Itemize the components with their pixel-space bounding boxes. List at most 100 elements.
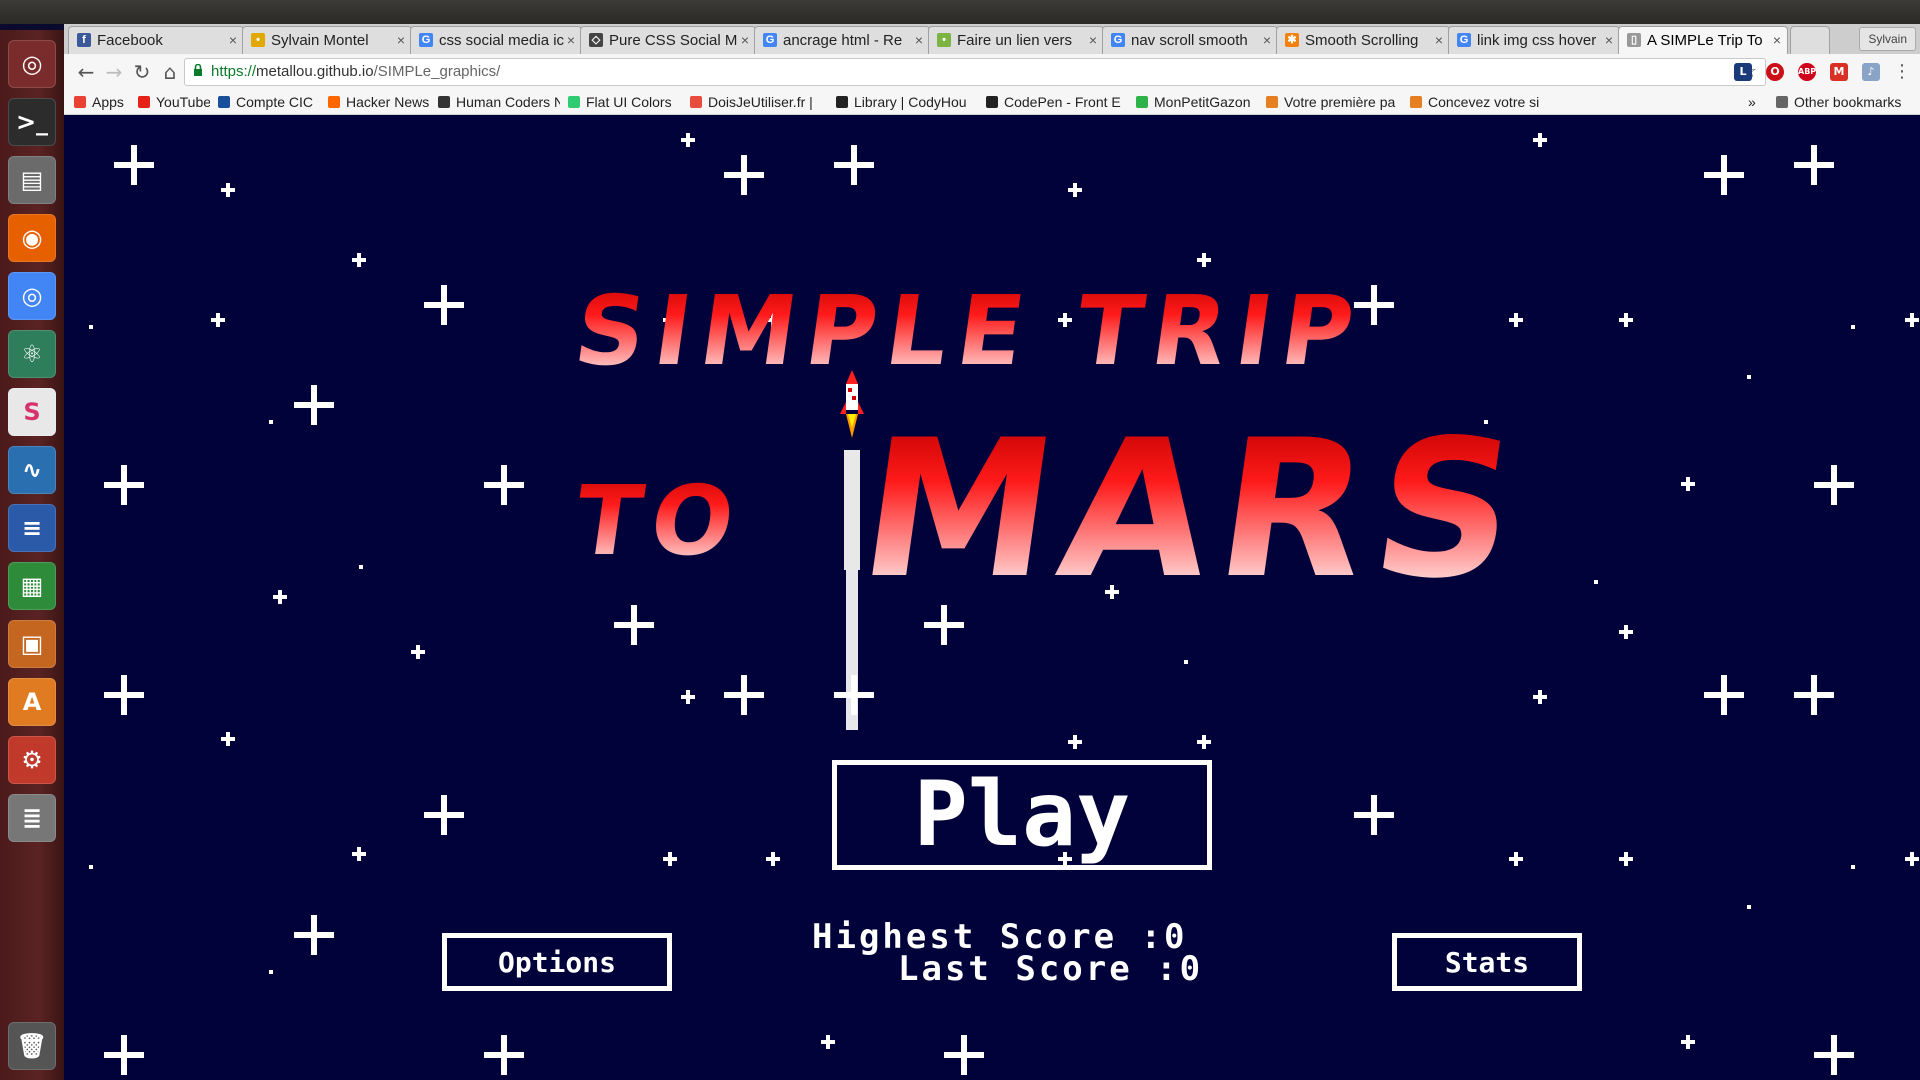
browser-tab[interactable]: f Facebook × bbox=[68, 26, 244, 54]
star-dot bbox=[1184, 660, 1188, 664]
star-small bbox=[1509, 852, 1523, 866]
tab-close-icon[interactable]: × bbox=[915, 27, 923, 54]
star-sparkle bbox=[294, 385, 334, 425]
star-sparkle bbox=[114, 145, 154, 185]
bookmark-item[interactable]: Hacker News bbox=[328, 90, 430, 114]
star-sparkle bbox=[1814, 465, 1854, 505]
writer-icon[interactable]: ≡ bbox=[8, 504, 56, 552]
star-small bbox=[211, 313, 225, 327]
tab-close-icon[interactable]: × bbox=[1435, 27, 1443, 54]
bookmark-label: CodePen - Front E bbox=[1004, 94, 1121, 110]
star-sparkle bbox=[1704, 675, 1744, 715]
star-dot bbox=[1851, 865, 1855, 869]
browser-tab[interactable]: • Faire un lien vers × bbox=[928, 26, 1104, 54]
stats-button[interactable]: Stats bbox=[1392, 933, 1582, 991]
extension-icon[interactable]: L bbox=[1734, 63, 1752, 81]
star-dot bbox=[359, 565, 363, 569]
star-small bbox=[352, 847, 366, 861]
tab-close-icon[interactable]: × bbox=[397, 27, 405, 54]
bookmark-favicon-icon bbox=[218, 96, 230, 108]
bookmark-item[interactable]: Concevez votre si bbox=[1410, 90, 1542, 114]
bookmark-favicon-icon bbox=[568, 96, 580, 108]
mixer-icon[interactable]: ≣ bbox=[8, 794, 56, 842]
rocket-sprite bbox=[840, 370, 864, 730]
star-small bbox=[821, 1035, 835, 1049]
bookmark-item[interactable]: Votre première pa bbox=[1266, 90, 1402, 114]
tab-close-icon[interactable]: × bbox=[1263, 27, 1271, 54]
tab-favicon-icon: G bbox=[1457, 33, 1471, 47]
files-icon[interactable]: ▤ bbox=[8, 156, 56, 204]
system-monitor-icon[interactable]: ∿ bbox=[8, 446, 56, 494]
browser-tab[interactable]: • Sylvain Montel × bbox=[242, 26, 412, 54]
star-sparkle bbox=[104, 1035, 144, 1075]
tab-title: Sylvain Montel bbox=[271, 32, 369, 49]
slack-icon[interactable]: S bbox=[8, 388, 56, 436]
back-arrow-icon[interactable]: ← bbox=[74, 60, 98, 84]
star-small bbox=[663, 852, 677, 866]
atom-icon[interactable]: ⚛ bbox=[8, 330, 56, 378]
address-bar[interactable]: https://metallou.github.io/SIMPLe_graphi… bbox=[184, 58, 1766, 86]
home-icon[interactable]: ⌂ bbox=[158, 60, 182, 84]
star-small bbox=[1619, 852, 1633, 866]
other-bookmarks-folder[interactable]: Other bookmarks bbox=[1776, 90, 1920, 114]
forward-arrow-icon[interactable]: → bbox=[102, 60, 126, 84]
software-center-icon[interactable]: A bbox=[8, 678, 56, 726]
bookmark-item[interactable]: Flat UI Colors bbox=[568, 90, 682, 114]
bookmark-item[interactable]: MonPetitGazon bbox=[1136, 90, 1258, 114]
bookmark-item[interactable]: YouTube bbox=[138, 90, 210, 114]
firefox-icon[interactable]: ◉ bbox=[8, 214, 56, 262]
bookmark-item[interactable]: Apps bbox=[74, 90, 130, 114]
ubuntu-launcher: ◎ >_ ▤ ◉ ◎ ⚛ S ∿ ≡ ▦ ▣ A ⚙ ≣ 🗑 bbox=[0, 30, 65, 1080]
tab-favicon-icon: • bbox=[937, 33, 951, 47]
tab-close-icon[interactable]: × bbox=[1605, 27, 1613, 54]
adblock-icon[interactable]: ABP bbox=[1798, 63, 1816, 81]
trash-icon[interactable]: 🗑 bbox=[8, 1022, 56, 1070]
star-small bbox=[1068, 735, 1082, 749]
menu-dots-icon[interactable]: ⋮ bbox=[1890, 60, 1914, 84]
calc-icon[interactable]: ▦ bbox=[8, 562, 56, 610]
tab-close-icon[interactable]: × bbox=[741, 27, 749, 54]
browser-tab[interactable]: ◇ Pure CSS Social M × bbox=[580, 26, 756, 54]
ubuntu-dash-icon[interactable]: ◎ bbox=[8, 40, 56, 88]
browser-tab[interactable]: Gancrage html - Re × bbox=[754, 26, 930, 54]
extension-icon[interactable]: ♪ bbox=[1862, 63, 1880, 81]
browser-tab[interactable]: Gcss social media ic × bbox=[410, 26, 582, 54]
impress-icon[interactable]: ▣ bbox=[8, 620, 56, 668]
star-sparkle bbox=[724, 675, 764, 715]
game-canvas[interactable]: SIMPLE TRIP TO MARS Play Options Stats H… bbox=[64, 115, 1920, 1080]
star-sparkle bbox=[1354, 795, 1394, 835]
star-small bbox=[221, 183, 235, 197]
star-small bbox=[221, 732, 235, 746]
bookmarks-bar: » Other bookmarks Apps YouTube Compte CIC H… bbox=[64, 90, 1920, 115]
bookmarks-overflow-icon[interactable]: » bbox=[1748, 90, 1778, 114]
browser-tab[interactable]: ✱ Smooth Scrolling × bbox=[1276, 26, 1450, 54]
star-small bbox=[1509, 313, 1523, 327]
play-button[interactable]: Play bbox=[832, 760, 1212, 870]
chrome-icon[interactable]: ◎ bbox=[8, 272, 56, 320]
bookmark-item[interactable]: DoisJeUtiliser.fr | bbox=[690, 90, 828, 114]
reload-icon[interactable]: ↻ bbox=[130, 60, 154, 84]
browser-tab[interactable]: Glink img css hover × bbox=[1448, 26, 1620, 54]
bookmark-item[interactable]: CodePen - Front E bbox=[986, 90, 1128, 114]
bookmark-item[interactable]: Library | CodyHou bbox=[836, 90, 978, 114]
browser-tab[interactable]: ▯ A SIMPLe Trip To × bbox=[1618, 26, 1788, 54]
gmail-icon[interactable]: M bbox=[1830, 63, 1848, 81]
bookmark-favicon-icon bbox=[438, 96, 450, 108]
new-tab-button[interactable] bbox=[1790, 26, 1830, 54]
tab-close-icon[interactable]: × bbox=[1089, 27, 1097, 54]
star-sparkle bbox=[1794, 675, 1834, 715]
bookmark-item[interactable]: Compte CIC bbox=[218, 90, 320, 114]
opera-vpn-icon[interactable]: O bbox=[1766, 63, 1784, 81]
settings-icon[interactable]: ⚙ bbox=[8, 736, 56, 784]
terminal-icon[interactable]: >_ bbox=[8, 98, 56, 146]
tab-title: A SIMPLe Trip To bbox=[1647, 32, 1763, 49]
bookmark-label: Hacker News bbox=[346, 94, 430, 110]
bookmark-item[interactable]: Human Coders Ne bbox=[438, 90, 560, 114]
tab-close-icon[interactable]: × bbox=[567, 27, 575, 54]
options-button[interactable]: Options bbox=[442, 933, 672, 991]
game-title-to: TO bbox=[568, 465, 751, 577]
browser-tab[interactable]: Gnav scroll smooth × bbox=[1102, 26, 1278, 54]
profile-button[interactable]: Sylvain bbox=[1859, 27, 1916, 51]
tab-close-icon[interactable]: × bbox=[1773, 27, 1781, 54]
tab-close-icon[interactable]: × bbox=[229, 27, 237, 54]
